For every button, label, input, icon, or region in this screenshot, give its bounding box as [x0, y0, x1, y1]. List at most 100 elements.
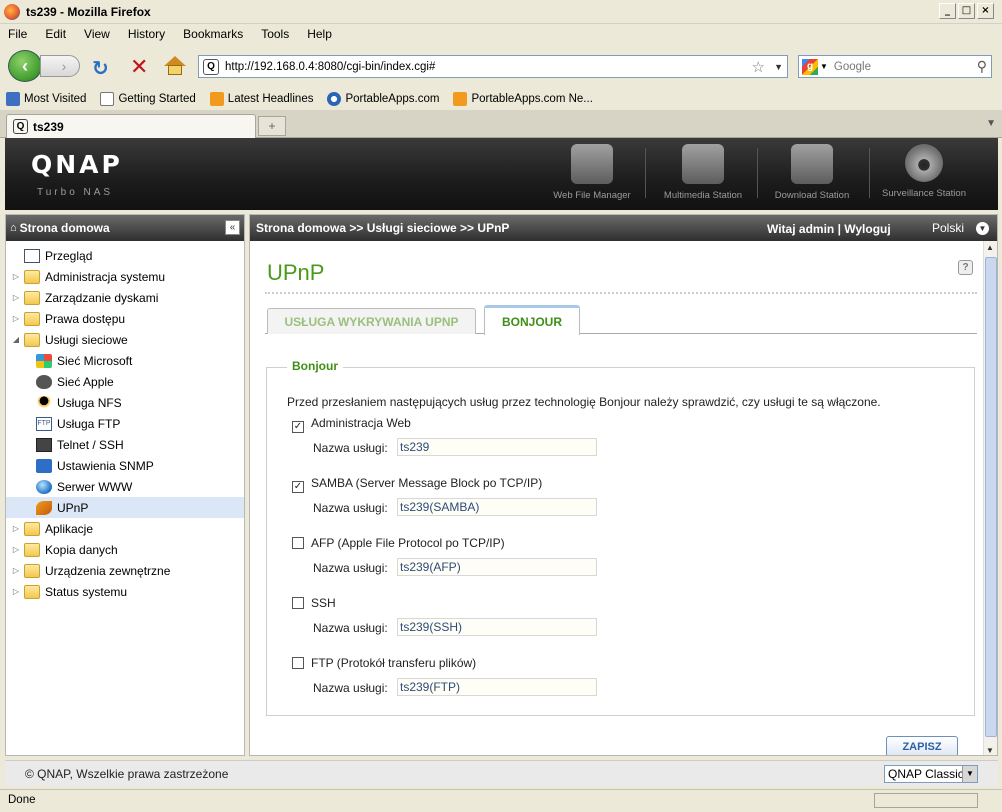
stop-icon[interactable]: ✕	[130, 54, 148, 80]
url-text[interactable]: http://192.168.0.4:8080/cgi-bin/index.cg…	[225, 61, 435, 73]
minimize-button[interactable]: _	[939, 3, 956, 19]
bookmark-star-icon[interactable]: ☆	[752, 58, 765, 76]
ssh-checkbox[interactable]	[292, 597, 304, 609]
sidebar-item-aplikacje[interactable]: ▷ Aplikacje	[6, 518, 244, 539]
search-engine-dropdown-icon[interactable]: ▼	[820, 62, 828, 71]
ftp-checkbox[interactable]	[292, 657, 304, 669]
expand-arrow-icon[interactable]: ▷	[10, 587, 22, 596]
open-folder-icon	[24, 332, 40, 347]
search-bar[interactable]: g ▼ Google ⚲	[798, 55, 992, 78]
folder-icon	[24, 542, 40, 557]
bookmark-latest-headlines[interactable]: Latest Headlines	[209, 92, 313, 106]
tab-bonjour[interactable]: BONJOUR	[484, 305, 580, 335]
vertical-scrollbar[interactable]: ▲ ▼	[983, 241, 997, 755]
sidebar-item-upnp[interactable]: UPnP	[6, 497, 244, 518]
surveillance-station-app[interactable]: Surveillance Station	[869, 142, 979, 206]
folder-icon	[24, 563, 40, 578]
sidebar-item-usluga-nfs[interactable]: Usługa NFS	[6, 392, 244, 413]
sidebar-item-prawa-dostepu[interactable]: ▷ Prawa dostępu	[6, 308, 244, 329]
afp-checkbox[interactable]	[292, 537, 304, 549]
scrollbar-thumb[interactable]	[985, 257, 997, 737]
service-name-row: Nazwa usługi: ts239(FTP)	[313, 678, 597, 696]
url-dropdown-icon[interactable]: ▼	[774, 62, 783, 72]
breadcrumb[interactable]: Strona domowa >> Usługi sieciowe >> UPnP	[256, 221, 509, 235]
tab-list-icon[interactable]: ▼	[986, 118, 996, 129]
sidebar-item-siec-apple[interactable]: Sieć Apple	[6, 371, 244, 392]
sidebar-item-usluga-ftp[interactable]: FTP Usługa FTP	[6, 413, 244, 434]
menu-help[interactable]: Help	[305, 27, 334, 41]
new-tab-button[interactable]: +	[258, 116, 286, 136]
menu-view[interactable]: View	[82, 27, 112, 41]
menu-bookmarks[interactable]: Bookmarks	[181, 27, 245, 41]
web-file-manager-icon	[571, 144, 613, 184]
expand-arrow-icon[interactable]: ▷	[10, 545, 22, 554]
sidebar-item-telnet-ssh[interactable]: Telnet / SSH	[6, 434, 244, 455]
sidebar-item-przeglad[interactable]: Przegląd	[6, 245, 244, 266]
forward-button[interactable]: ›	[40, 55, 80, 77]
turbo-nas-subtitle: Turbo NAS	[37, 187, 114, 198]
url-bar[interactable]: Q http://192.168.0.4:8080/cgi-bin/index.…	[198, 55, 788, 78]
bookmark-most-visited[interactable]: Most Visited	[6, 92, 86, 106]
ftp-name-input[interactable]: ts239(FTP)	[397, 678, 597, 696]
samba-checkbox[interactable]: ✓	[292, 481, 304, 493]
back-button[interactable]: ‹	[8, 50, 42, 82]
tab-strip: Q ts239 + ▼	[0, 110, 1002, 138]
tab-ts239[interactable]: Q ts239	[6, 114, 256, 138]
download-station-app[interactable]: Download Station	[757, 142, 867, 206]
search-icon[interactable]: ⚲	[977, 58, 987, 75]
web-admin-checkbox[interactable]: ✓	[292, 421, 304, 433]
bookmark-portableapps[interactable]: PortableApps.com	[327, 92, 439, 106]
web-admin-name-input[interactable]: ts239	[397, 438, 597, 456]
linux-tux-icon	[36, 395, 52, 410]
collapse-sidebar-icon[interactable]: «	[225, 220, 240, 235]
intro-text: Przed przesłaniem następujących usług pr…	[287, 395, 881, 409]
expand-arrow-icon[interactable]: ▷	[10, 293, 22, 302]
expand-arrow-icon[interactable]: ▷	[10, 566, 22, 575]
reload-icon[interactable]: ↻	[92, 56, 109, 81]
tab-upnp-discovery[interactable]: USŁUGA WYKRYWANIA UPNP	[267, 308, 476, 334]
theme-dropdown-icon[interactable]: ▼	[962, 766, 977, 782]
sidebar-item-status-systemu[interactable]: ▷ Status systemu	[6, 581, 244, 602]
multimedia-station-app[interactable]: Multimedia Station	[648, 142, 758, 206]
title-divider	[265, 292, 977, 294]
user-links[interactable]: Witaj admin | Wyloguj	[767, 222, 891, 236]
language-selector[interactable]: Polski	[932, 221, 964, 235]
bookmark-getting-started[interactable]: Getting Started	[100, 92, 196, 106]
sidebar-header[interactable]: ⌂ Strona domowa	[6, 215, 244, 241]
menu-file[interactable]: File	[6, 27, 29, 41]
menu-tools[interactable]: Tools	[259, 27, 291, 41]
sidebar-item-zarzadzanie-dyskami[interactable]: ▷ Zarządzanie dyskami	[6, 287, 244, 308]
google-icon[interactable]: g	[802, 58, 818, 75]
expand-arrow-icon[interactable]: ▷	[10, 272, 22, 281]
sidebar-item-ustawienia-snmp[interactable]: Ustawienia SNMP	[6, 455, 244, 476]
scroll-up-icon[interactable]: ▲	[986, 243, 994, 252]
sidebar-item-siec-microsoft[interactable]: Sieć Microsoft	[6, 350, 244, 371]
scroll-down-icon[interactable]: ▼	[986, 746, 994, 755]
sidebar-item-urzadzenia-zewnetrzne[interactable]: ▷ Urządzenia zewnętrzne	[6, 560, 244, 581]
sidebar-item-uslugi-sieciowe[interactable]: ◢ Usługi sieciowe	[6, 329, 244, 350]
search-input[interactable]: Google	[834, 61, 871, 73]
menu-edit[interactable]: Edit	[43, 27, 68, 41]
close-window-button[interactable]: ×	[977, 3, 994, 19]
home-icon[interactable]	[164, 56, 186, 76]
apple-icon	[36, 374, 52, 389]
save-button[interactable]: ZAPISZ	[886, 736, 958, 755]
help-icon[interactable]: ?	[958, 260, 973, 275]
language-dropdown-icon[interactable]: ▼	[976, 222, 989, 235]
bookmark-portableapps-news[interactable]: PortableApps.com Ne...	[453, 92, 593, 106]
expand-arrow-icon[interactable]: ▷	[10, 314, 22, 323]
ssh-name-input[interactable]: ts239(SSH)	[397, 618, 597, 636]
maximize-button[interactable]: □	[958, 3, 975, 19]
collapse-arrow-icon[interactable]: ◢	[10, 335, 22, 344]
samba-name-input[interactable]: ts239(SAMBA)	[397, 498, 597, 516]
afp-name-input[interactable]: ts239(AFP)	[397, 558, 597, 576]
sidebar-item-serwer-www[interactable]: Serwer WWW	[6, 476, 244, 497]
sidebar-item-kopia-danych[interactable]: ▷ Kopia danych	[6, 539, 244, 560]
sidebar-item-administracja-systemu[interactable]: ▷ Administracja systemu	[6, 266, 244, 287]
firefox-icon	[4, 3, 20, 20]
expand-arrow-icon[interactable]: ▷	[10, 524, 22, 533]
menu-history[interactable]: History	[126, 27, 167, 41]
web-file-manager-app[interactable]: Web File Manager	[537, 142, 647, 206]
theme-select[interactable]: QNAP Classic ▼	[884, 765, 978, 783]
folder-icon	[24, 521, 40, 536]
